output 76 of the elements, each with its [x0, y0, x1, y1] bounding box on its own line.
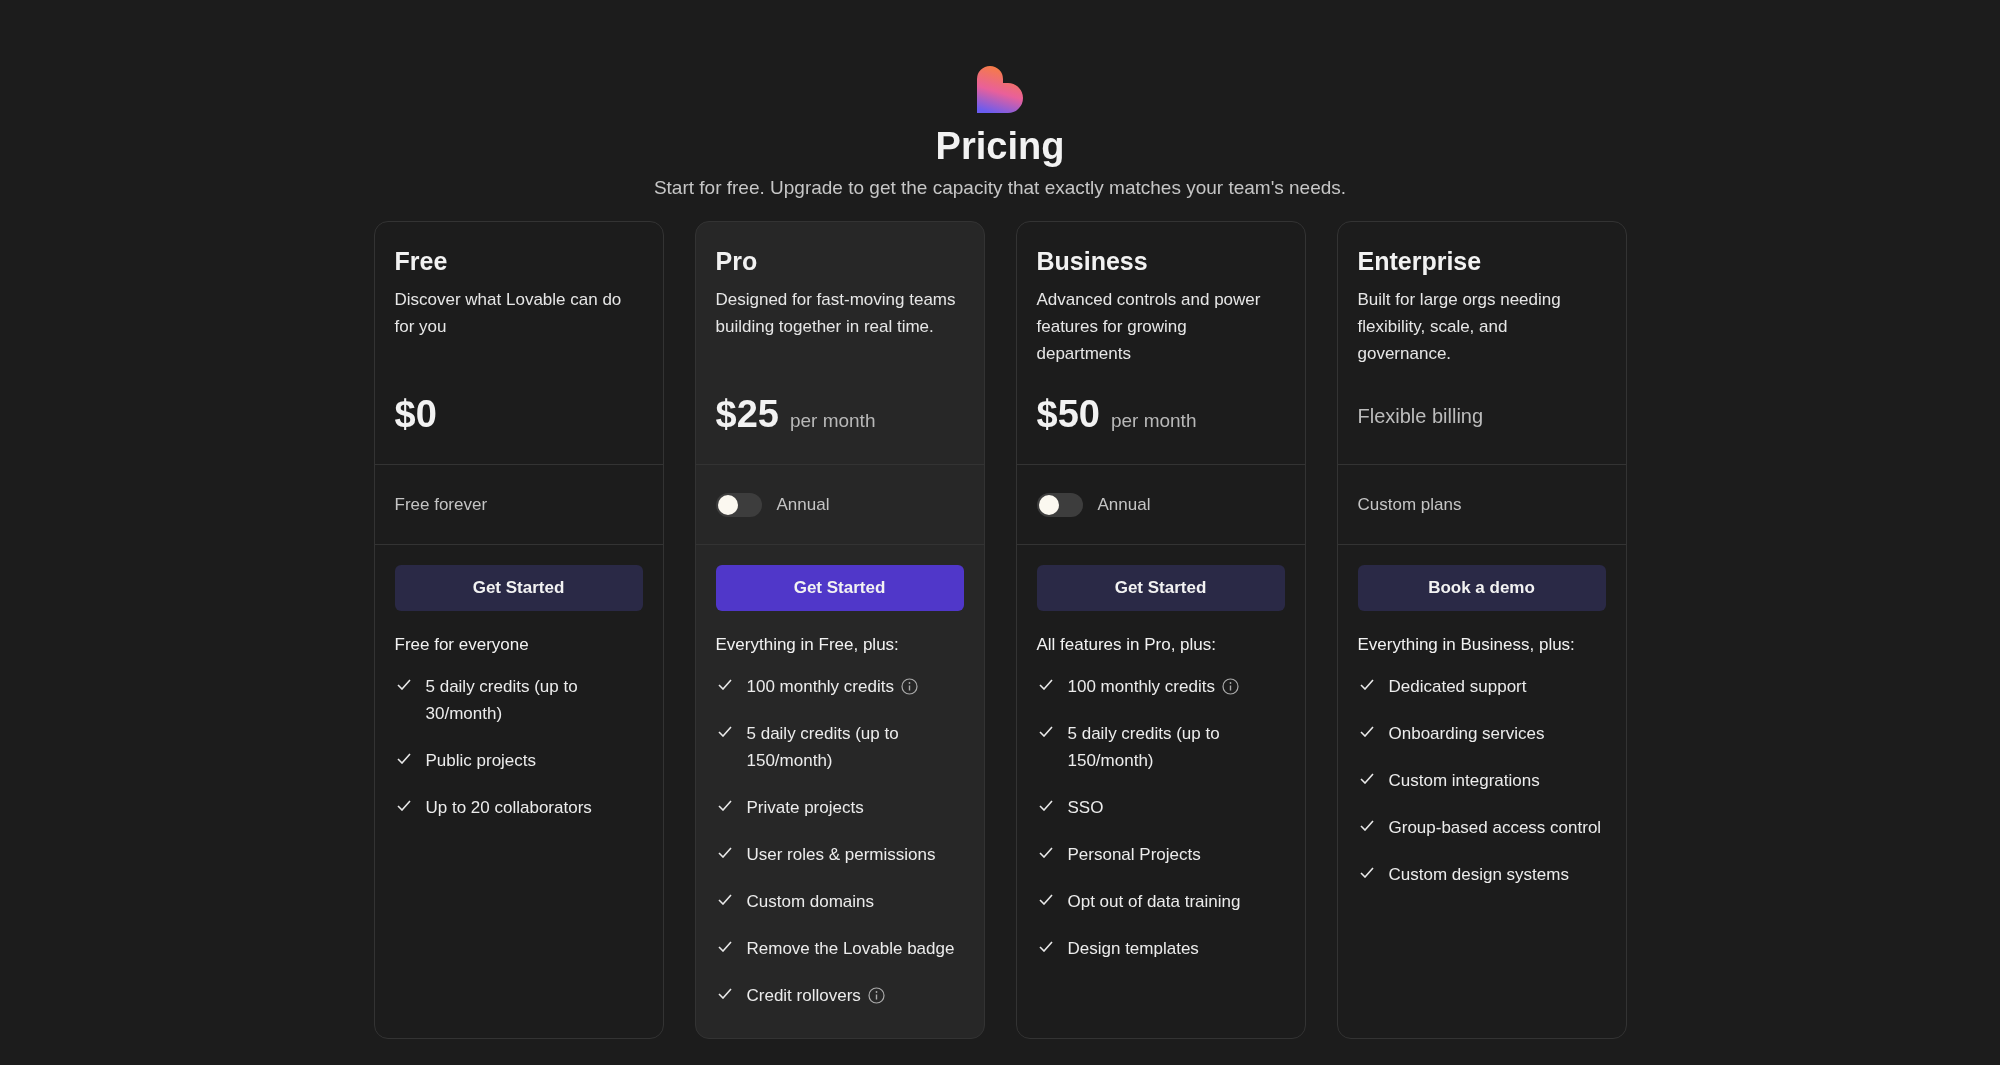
plan-price: $0	[394, 393, 437, 436]
annual-toggle[interactable]	[715, 492, 762, 517]
billing-note: Flexible billing	[1357, 404, 1484, 429]
features-heading: All features in Pro, plus:	[1036, 634, 1218, 656]
plan-action-button[interactable]: Book a demo	[1357, 565, 1606, 611]
feature-text: Custom design systems	[1388, 864, 1569, 886]
feature-text: SSO	[1067, 797, 1104, 819]
feature-text: 100 monthly credits	[746, 673, 918, 700]
plan-description: Built for large orgs needing flexibility, scale, and governance.	[1357, 289, 1562, 365]
plan-description: Discover what Lovable can do for you	[394, 289, 623, 338]
check-icon	[717, 941, 732, 952]
feature-text: Personal Projects	[1067, 844, 1201, 866]
check-icon	[1038, 847, 1053, 858]
feature-text: Public projects	[425, 750, 537, 772]
plan-price: $50	[1036, 393, 1100, 436]
check-icon	[1038, 679, 1053, 690]
info-icon[interactable]	[1221, 678, 1239, 695]
features-heading: Free for everyone	[394, 634, 530, 656]
feature-text: Group-based access control	[1388, 817, 1602, 839]
plan-description: Advanced controls and power features for growing departments	[1036, 289, 1262, 365]
billing-option-note: Custom plans	[1357, 494, 1462, 515]
check-icon	[717, 894, 732, 905]
toggle-label: Annual	[1097, 494, 1151, 515]
feature-text: 100 monthly credits	[1067, 673, 1239, 700]
check-icon	[1359, 867, 1374, 878]
heart-logo-icon	[977, 65, 1023, 113]
check-icon	[396, 679, 411, 690]
check-icon	[1359, 726, 1374, 737]
plan-action-button[interactable]: Get Started	[394, 565, 643, 611]
feature-text: 5 daily credits (up to 150/month)	[1067, 723, 1221, 772]
feature-text: Custom domains	[746, 891, 875, 913]
feature-text: Opt out of data training	[1067, 891, 1241, 913]
feature-text: Up to 20 collaborators	[425, 797, 592, 819]
price-period: per month	[789, 410, 876, 432]
check-icon	[717, 726, 732, 737]
feature-text: User roles & permissions	[746, 844, 936, 866]
check-icon	[717, 679, 732, 690]
check-icon	[396, 753, 411, 764]
plan-action-button[interactable]: Get Started	[715, 565, 964, 611]
info-icon[interactable]	[867, 987, 885, 1004]
check-icon	[396, 800, 411, 811]
check-icon	[717, 988, 732, 999]
page-subtitle: Start for free. Upgrade to get the capacity that exactly matches your team's needs.	[653, 176, 1347, 200]
plan-action-button[interactable]: Get Started	[1036, 565, 1285, 611]
plan-price: $25	[715, 393, 779, 436]
check-icon	[1038, 894, 1053, 905]
check-icon	[717, 800, 732, 811]
check-icon	[1359, 679, 1374, 690]
check-icon	[1359, 773, 1374, 784]
features-heading: Everything in Free, plus:	[715, 634, 900, 656]
price-period: per month	[1110, 410, 1197, 432]
check-icon	[1038, 941, 1053, 952]
plan-name: Business	[1036, 246, 1149, 276]
check-icon	[717, 847, 732, 858]
check-icon	[1038, 726, 1053, 737]
plan-description: Designed for fast-moving teams building together in real time.	[715, 289, 957, 338]
feature-text: 5 daily credits (up to 150/month)	[746, 723, 900, 772]
feature-text: Dedicated support	[1388, 676, 1527, 698]
annual-toggle[interactable]	[1036, 492, 1083, 517]
features-heading: Everything in Business, plus:	[1357, 634, 1576, 656]
plan-name: Pro	[715, 246, 759, 276]
check-icon	[1038, 800, 1053, 811]
feature-text: Custom integrations	[1388, 770, 1540, 792]
toggle-label: Annual	[776, 494, 830, 515]
feature-text: Private projects	[746, 797, 864, 819]
feature-text: Remove the Lovable badge	[746, 938, 955, 960]
info-icon[interactable]	[900, 678, 918, 695]
plan-name: Enterprise	[1357, 246, 1483, 276]
feature-text: Design templates	[1067, 938, 1199, 960]
feature-text: Onboarding services	[1388, 723, 1545, 745]
feature-text: 5 daily credits (up to 30/month)	[425, 676, 579, 725]
check-icon	[1359, 820, 1374, 831]
page-title: Pricing	[935, 124, 1065, 169]
plan-name: Free	[394, 246, 449, 276]
feature-text: Credit rollovers	[746, 982, 885, 1009]
billing-option-note: Free forever	[394, 494, 488, 515]
